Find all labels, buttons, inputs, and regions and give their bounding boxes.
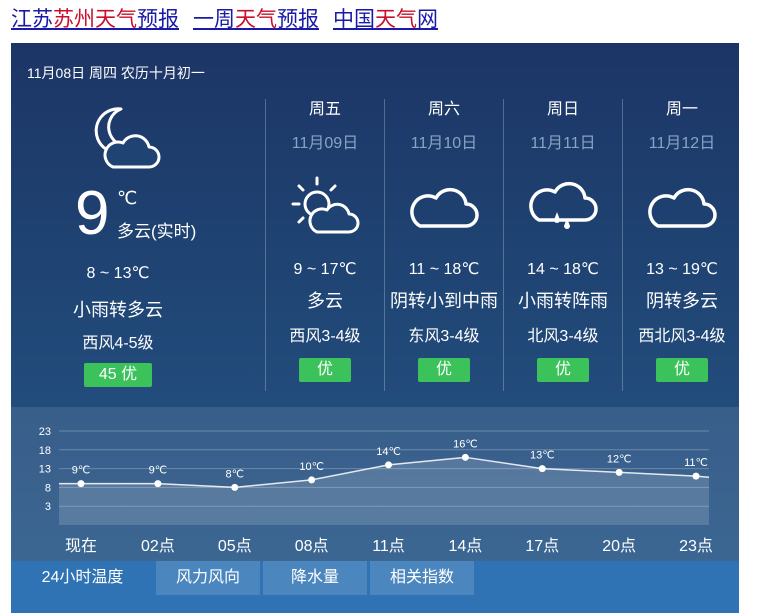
- link-text: 预报: [137, 8, 179, 31]
- y-tick-label: 18: [39, 445, 51, 457]
- temperature-point: [77, 480, 85, 488]
- temperature-point: [692, 472, 700, 480]
- temp-range: 9 ~ 17℃: [293, 261, 357, 278]
- wind-desc: 东风3-4级: [408, 328, 480, 345]
- current-temperature: 9: [75, 179, 110, 248]
- day-date: 11月09日: [291, 135, 359, 152]
- x-tick-label: 08点: [294, 538, 329, 555]
- cloud-icon: [385, 173, 503, 239]
- cloud-icon: [623, 173, 739, 239]
- moon-cloud-icon: [91, 101, 171, 178]
- temperature-data-label: 13℃: [530, 450, 555, 462]
- temperature-data-label: 12℃: [607, 453, 632, 465]
- day-name: 周六: [427, 101, 460, 118]
- today-weather: 小雨转多云: [31, 296, 205, 322]
- y-tick-label: 8: [45, 482, 51, 494]
- y-tick-label: 23: [39, 426, 51, 438]
- day-date: 11月11日: [530, 135, 596, 152]
- rain-cloud-icon: [504, 173, 622, 239]
- wind-desc: 西风4-5级: [82, 335, 154, 352]
- hour-axis: 现在 02点 05点 08点 11点 14点 17点 20点 23点: [11, 532, 739, 556]
- link-text: 中国: [333, 8, 375, 31]
- temperature-point: [615, 468, 623, 476]
- aqi-badge[interactable]: 优: [299, 358, 351, 382]
- forecast-day-2: 周六 11月10日 11 ~ 18℃ 阴转小到中雨 东风3-4级 优: [385, 95, 503, 382]
- temperature-point: [231, 483, 239, 491]
- link-text: 一周: [193, 8, 235, 31]
- aqi-badge[interactable]: 45 优: [84, 363, 152, 387]
- tab-wind[interactable]: 风力风向: [156, 561, 260, 595]
- weather-widget: 11月08日 周四 农历十月初一 9 ℃ 多云(实时) 8 ~ 13℃ 小雨转多…: [11, 43, 739, 613]
- link-text: 江苏: [11, 8, 53, 31]
- temperature-data-label: 10℃: [299, 461, 324, 473]
- weather-desc: 小雨转阵雨: [518, 291, 608, 311]
- temperature-data-label: 16℃: [453, 438, 478, 450]
- jiangsu-suzhou-forecast-link[interactable]: 江苏苏州天气预报: [11, 8, 179, 31]
- temperature-data-label: 9℃: [149, 465, 167, 477]
- breadcrumb: 江苏苏州天气预报 一周天气预报 中国天气网: [11, 6, 438, 34]
- tab-indices[interactable]: 相关指数: [370, 561, 474, 595]
- tab-precipitation[interactable]: 降水量: [263, 561, 367, 595]
- chart-tabs: 24小时温度 风力风向 降水量 相关指数: [11, 561, 739, 613]
- temp-range: 11 ~ 18℃: [408, 261, 480, 278]
- day-name: 周五: [308, 101, 341, 118]
- day-date: 11月12日: [648, 135, 716, 152]
- link-highlight: 天气: [375, 8, 417, 31]
- y-tick-label: 13: [39, 464, 51, 476]
- temp-range: 8 ~ 13℃: [86, 265, 150, 282]
- day-name: 周一: [665, 101, 698, 118]
- today-wind: 西风4-5级: [31, 329, 205, 353]
- aqi-badge[interactable]: 优: [418, 358, 470, 382]
- partly-sunny-icon: [266, 173, 384, 239]
- temperature-data-label: 9℃: [72, 465, 90, 477]
- x-tick-label: 11点: [372, 538, 405, 555]
- forecast-day-3: 周日 11月11日 14 ~ 18℃ 小雨转阵雨 北风3-4级 优: [504, 95, 622, 382]
- temperature-data-label: 11℃: [684, 457, 708, 469]
- weather-desc: 多云: [307, 291, 343, 311]
- weekly-forecast-link[interactable]: 一周天气预报: [193, 8, 319, 31]
- temperature-point: [154, 480, 162, 488]
- link-text: 预报: [277, 8, 319, 31]
- x-tick-label: 20点: [602, 538, 637, 555]
- x-tick-label: 05点: [217, 538, 252, 555]
- link-highlight: 天气: [235, 8, 277, 31]
- link-text: 网: [417, 8, 438, 31]
- day-date: 11月10日: [410, 135, 478, 152]
- aqi-badge[interactable]: 优: [656, 358, 708, 382]
- weather-desc: 阴转小到中雨: [390, 291, 498, 311]
- temperature-data-label: 8℃: [226, 468, 244, 480]
- forecast-day-1: 周五 11月09日 9 ~ 17℃ 多云 西风3-4级 优: [266, 95, 384, 382]
- temperature-point: [461, 453, 469, 461]
- today-temp-range: 8 ~ 13℃: [31, 263, 205, 283]
- temperature-point: [538, 465, 546, 473]
- current-condition: 多云(实时): [117, 222, 197, 241]
- weather-desc: 小雨转多云: [73, 300, 163, 320]
- x-tick-label: 现在: [64, 538, 98, 555]
- today-aqi: 45 优: [31, 363, 205, 387]
- y-tick-label: 3: [45, 501, 51, 513]
- wind-desc: 西北风3-4级: [638, 328, 726, 345]
- forecast-day-4: 周一 11月12日 13 ~ 19℃ 阴转多云 西北风3-4级 优: [623, 95, 739, 382]
- temperature-unit: ℃: [117, 188, 138, 208]
- temp-range: 13 ~ 19℃: [646, 261, 718, 278]
- x-tick-label: 14点: [448, 538, 483, 555]
- china-weather-link[interactable]: 中国天气网: [333, 8, 438, 31]
- x-tick-label: 17点: [525, 538, 560, 555]
- today-date: 11月08日 周四 农历十月初一: [27, 65, 205, 81]
- x-tick-label: 23点: [679, 538, 713, 555]
- wind-desc: 北风3-4级: [527, 328, 599, 345]
- link-highlight: 苏州天气: [53, 8, 137, 31]
- day-name: 周日: [546, 101, 579, 118]
- weather-desc: 阴转多云: [646, 291, 718, 311]
- temperature-point: [385, 461, 392, 469]
- wind-desc: 西风3-4级: [289, 328, 361, 345]
- x-tick-label: 02点: [140, 538, 175, 555]
- aqi-badge[interactable]: 优: [537, 358, 589, 382]
- temperature-point: [308, 476, 316, 484]
- tab-24h-temperature[interactable]: 24小时温度: [11, 561, 154, 595]
- temp-range: 14 ~ 18℃: [527, 261, 599, 278]
- temperature-data-label: 14℃: [376, 446, 401, 458]
